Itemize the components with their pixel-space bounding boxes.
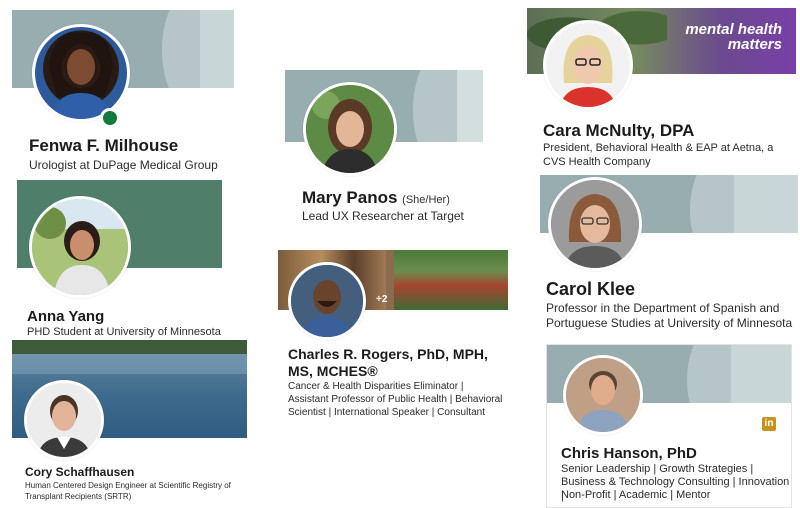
profile-headline-line: President, Behavioral Health & EAP at Ae… <box>543 142 774 154</box>
person-photo <box>546 23 630 107</box>
banner-text: mental health matters <box>685 21 782 53</box>
profile-headline-line: Assistant Professor of Public Health | B… <box>288 394 503 405</box>
profile-pronouns: (She/Her) <box>402 194 450 206</box>
profile-name[interactable]: Anna Yang <box>27 308 104 325</box>
online-status-dot <box>100 108 120 128</box>
profile-headline-line: Cancer & Health Disparities Eliminator | <box>288 381 464 392</box>
person-photo <box>291 265 363 337</box>
profile-card-cory[interactable]: Cory Schaffhausen Human Centered Design … <box>12 340 252 508</box>
person-photo <box>27 383 101 457</box>
profile-headline-line: CVS Health Company <box>543 156 651 168</box>
profile-headline-line: Transplant Recipients (SRTR) <box>25 492 132 501</box>
banner-curve <box>457 70 483 142</box>
person-photo <box>566 358 640 432</box>
profile-name[interactable]: Chris Hanson, PhD <box>561 445 697 462</box>
profile-headline-line: Non-Profit | Academic | Mentor <box>561 489 711 501</box>
profile-avatar[interactable] <box>32 24 130 122</box>
profile-name[interactable]: Cory Schaffhausen <box>25 465 134 479</box>
profile-card-carol[interactable]: Carol Klee Professor in the Department o… <box>540 175 798 335</box>
person-photo <box>551 180 639 268</box>
banner-water-light <box>12 354 247 374</box>
profile-avatar[interactable] <box>288 262 366 340</box>
profile-headline: Urologist at DuPage Medical Group <box>29 158 218 172</box>
profile-headline: Lead UX Researcher at Target <box>302 209 464 223</box>
profile-avatar[interactable] <box>24 380 104 460</box>
profile-headline-line: Professor in the Department of Spanish a… <box>546 301 780 315</box>
profile-headline-line: Scientist | International Speaker | Cons… <box>288 407 485 418</box>
profile-avatar[interactable] <box>29 196 131 298</box>
profile-avatar[interactable] <box>543 20 633 110</box>
person-photo <box>306 85 394 173</box>
linkedin-icon[interactable]: in <box>762 417 776 431</box>
profile-name[interactable]: Carol Klee <box>546 279 635 300</box>
profile-card-anna[interactable]: Anna Yang PHD Student at University of M… <box>17 180 237 340</box>
banner-curve <box>734 175 798 233</box>
profile-card-cara[interactable]: mental health matters Cara McNulty, DPA … <box>527 8 797 168</box>
profile-card-mary[interactable]: Mary Panos (She/Her) Lead UX Researcher … <box>285 70 485 230</box>
profile-name[interactable]: Cara McNulty, DPA <box>543 121 694 141</box>
photo-count-badge: +2 <box>376 294 388 305</box>
banner-curve <box>200 10 234 88</box>
banner-photo-right <box>394 250 508 310</box>
profile-headline-line: Portuguese Studies at University of Minn… <box>546 316 793 330</box>
profile-card-chris[interactable]: in Chris Hanson, PhD Senior Leadership |… <box>546 344 792 508</box>
person-photo <box>49 32 113 119</box>
profile-avatar[interactable] <box>563 355 643 435</box>
profile-card-charles[interactable]: +2 Charles R. Rogers, PhD, MPH, MS, MCHE… <box>278 250 508 420</box>
profile-avatar[interactable] <box>548 177 642 271</box>
profile-headline-line: Human Centered Design Engineer at Scient… <box>25 481 231 490</box>
profile-name-line2: MS, MCHES® <box>288 363 378 379</box>
profile-name-text: Mary Panos <box>302 188 398 207</box>
profile-headline: PHD Student at University of Minnesota <box>27 326 221 338</box>
profile-name[interactable]: Charles R. Rogers, PhD, MPH, <box>288 346 488 362</box>
profile-avatar[interactable] <box>303 82 397 176</box>
person-photo <box>32 199 128 295</box>
profile-card-fenwa[interactable]: Fenwa F. Milhouse Urologist at DuPage Me… <box>12 10 234 180</box>
profile-headline-line: Senior Leadership | Growth Strategies | <box>561 463 754 475</box>
profile-name[interactable]: Fenwa F. Milhouse <box>29 136 178 156</box>
profile-name[interactable]: Mary Panos (She/Her) <box>302 188 450 208</box>
banner-treeline <box>12 340 247 354</box>
banner-curve <box>731 345 791 403</box>
